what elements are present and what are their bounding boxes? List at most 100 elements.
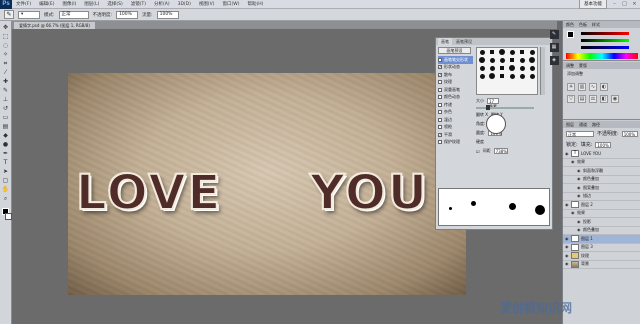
spacing-field[interactable]: 738% xyxy=(493,148,508,154)
brush-setting-checkbox[interactable] xyxy=(438,110,442,115)
visibility-eye-icon[interactable]: ◉ xyxy=(565,253,569,258)
background-color-swatch[interactable] xyxy=(4,213,12,220)
clone-source-icon[interactable]: ◈ xyxy=(549,56,559,65)
opacity-field[interactable]: 100% xyxy=(116,10,139,19)
visibility-eye-icon[interactable]: ◉ xyxy=(577,185,581,190)
brush-tip-preset[interactable] xyxy=(519,73,525,79)
brush-setting-checkbox[interactable] xyxy=(438,102,442,107)
brush-tip-preset[interactable] xyxy=(489,73,495,79)
brush-tip-preset[interactable] xyxy=(510,58,514,62)
menu-filter[interactable]: 滤镜(T) xyxy=(127,1,150,7)
exposure-icon[interactable]: ◐ xyxy=(600,83,608,91)
brush-presets-icon[interactable]: ▦ xyxy=(549,43,559,52)
flow-field[interactable]: 100% xyxy=(156,10,179,19)
close-icon[interactable]: × xyxy=(630,1,639,8)
workspace-switcher[interactable]: 基本功能 xyxy=(579,0,607,9)
visibility-eye-icon[interactable]: ◉ xyxy=(565,262,569,266)
layer-row[interactable]: ◉ 斜面和浮雕 xyxy=(563,167,640,176)
brush-setting-item[interactable]: 湿边 xyxy=(438,116,473,124)
brush-setting-item[interactable]: 喷枪 xyxy=(438,124,473,132)
brush-tip-preset[interactable] xyxy=(529,65,535,71)
brush-tip-preset[interactable] xyxy=(519,57,525,63)
layer-row[interactable]: ◉ 图层 3 xyxy=(563,243,640,252)
layer-opacity-field[interactable]: 100% xyxy=(621,130,638,137)
visibility-eye-icon[interactable]: ◉ xyxy=(577,194,581,198)
visibility-eye-icon[interactable]: ◉ xyxy=(565,151,569,156)
brush-tool-icon[interactable]: ✎ xyxy=(2,87,10,94)
visibility-eye-icon[interactable]: ◉ xyxy=(577,177,581,181)
brush-setting-item[interactable]: ✓ 平滑 xyxy=(438,131,473,139)
visibility-eye-icon[interactable]: ◉ xyxy=(577,219,581,224)
hue-saturation-icon[interactable]: ▤ xyxy=(578,95,586,103)
brush-tip-preset[interactable] xyxy=(509,65,515,71)
layer-row[interactable]: ◉ 纹理 xyxy=(563,252,640,261)
brush-tip-preset[interactable] xyxy=(509,49,515,55)
brush-setting-item[interactable]: ✓ 散布 xyxy=(438,71,473,79)
menu-file[interactable]: 文件(F) xyxy=(12,1,35,7)
brush-panel-icon[interactable]: ✎ xyxy=(549,30,559,39)
brush-angle-widget[interactable] xyxy=(486,114,506,134)
brush-tip-preset[interactable] xyxy=(479,57,485,63)
brush-tip-preset[interactable] xyxy=(489,57,495,63)
tab-swatches[interactable]: 色板 xyxy=(579,21,587,28)
tab-layers[interactable]: 图层 xyxy=(566,121,574,128)
pen-tool-icon[interactable]: ✒ xyxy=(2,150,10,157)
brush-tip-preset[interactable] xyxy=(479,73,485,79)
brush-setting-item[interactable]: 保护纹理 xyxy=(438,139,473,147)
minimize-icon[interactable]: – xyxy=(610,1,619,8)
menu-edit[interactable]: 编辑(E) xyxy=(35,1,58,7)
brush-tip-preset[interactable] xyxy=(479,49,485,55)
menu-analysis[interactable]: 分析(A) xyxy=(150,1,174,7)
history-brush-icon[interactable]: ↺ xyxy=(2,105,10,112)
brush-setting-checkbox[interactable] xyxy=(438,140,442,145)
tab-brush[interactable]: 画笔 xyxy=(438,38,452,45)
curves-icon[interactable]: ∿ xyxy=(589,83,597,91)
layer-row[interactable]: ◉ 图案叠加 xyxy=(563,184,640,193)
brush-setting-checkbox[interactable] xyxy=(438,57,442,62)
magic-wand-icon[interactable]: ✧ xyxy=(2,51,10,58)
brush-tip-preset[interactable] xyxy=(489,65,495,71)
brush-setting-item[interactable]: ✓ 形状动态 xyxy=(438,64,473,72)
brush-setting-item[interactable]: 杂色 xyxy=(438,109,473,117)
size-field[interactable]: 17 像素 xyxy=(487,98,499,109)
layer-row[interactable]: ◉ 效果 xyxy=(563,210,640,218)
tab-styles[interactable]: 样式 xyxy=(592,21,600,28)
layer-row[interactable]: ◉ T LOVE YOU xyxy=(563,150,640,159)
brush-setting-checkbox[interactable]: ✓ xyxy=(438,65,442,70)
brush-setting-item[interactable]: 纹理 xyxy=(438,79,473,87)
size-slider[interactable] xyxy=(476,105,534,110)
tab-brush-presets[interactable]: 画笔预设 xyxy=(453,38,475,45)
brush-tip-preset[interactable] xyxy=(509,73,515,79)
maximize-icon[interactable]: □ xyxy=(620,1,629,8)
brush-setting-checkbox[interactable]: ✓ xyxy=(438,72,442,77)
tab-channels[interactable]: 通道 xyxy=(579,121,587,128)
type-tool-icon[interactable]: T xyxy=(2,159,10,166)
visibility-eye-icon[interactable]: ◉ xyxy=(565,202,569,207)
layer-row[interactable]: ◉ 投影 xyxy=(563,218,640,227)
tab-masks[interactable]: 蒙版 xyxy=(579,62,587,69)
tab-paths[interactable]: 路径 xyxy=(592,121,600,128)
brush-size-picker[interactable]: ▾ xyxy=(18,10,40,19)
green-slider[interactable] xyxy=(581,39,629,42)
gradient-tool-icon[interactable]: ▤ xyxy=(2,123,10,130)
menu-layer[interactable]: 图层(L) xyxy=(80,1,103,7)
brush-tip-preset[interactable] xyxy=(500,66,504,70)
brush-tip-preset[interactable] xyxy=(499,49,505,55)
document-canvas[interactable]: LOVE YOU xyxy=(68,73,466,295)
layer-row[interactable]: ◉ 描边 xyxy=(563,193,640,201)
brush-tip-preset[interactable] xyxy=(490,50,494,54)
path-select-icon[interactable]: ➤ xyxy=(2,168,10,175)
brush-tip-preset[interactable] xyxy=(479,65,485,71)
color-panel-swatch[interactable] xyxy=(567,31,574,38)
brush-tip-grid[interactable] xyxy=(476,47,538,95)
brush-setting-item[interactable]: 双重画笔 xyxy=(438,86,473,94)
brush-tip-preset[interactable] xyxy=(529,57,535,63)
zoom-tool-icon[interactable]: ⌕ xyxy=(2,195,10,202)
visibility-eye-icon[interactable]: ◉ xyxy=(571,160,575,164)
visibility-eye-icon[interactable]: ◉ xyxy=(577,168,581,173)
tab-color[interactable]: 颜色 xyxy=(566,21,574,28)
mode-select[interactable]: 正常 xyxy=(58,10,89,19)
blend-mode-select[interactable]: 正常 xyxy=(566,130,594,137)
menu-select[interactable]: 选择(S) xyxy=(103,1,126,7)
brightness-icon[interactable]: ☀ xyxy=(567,83,575,91)
